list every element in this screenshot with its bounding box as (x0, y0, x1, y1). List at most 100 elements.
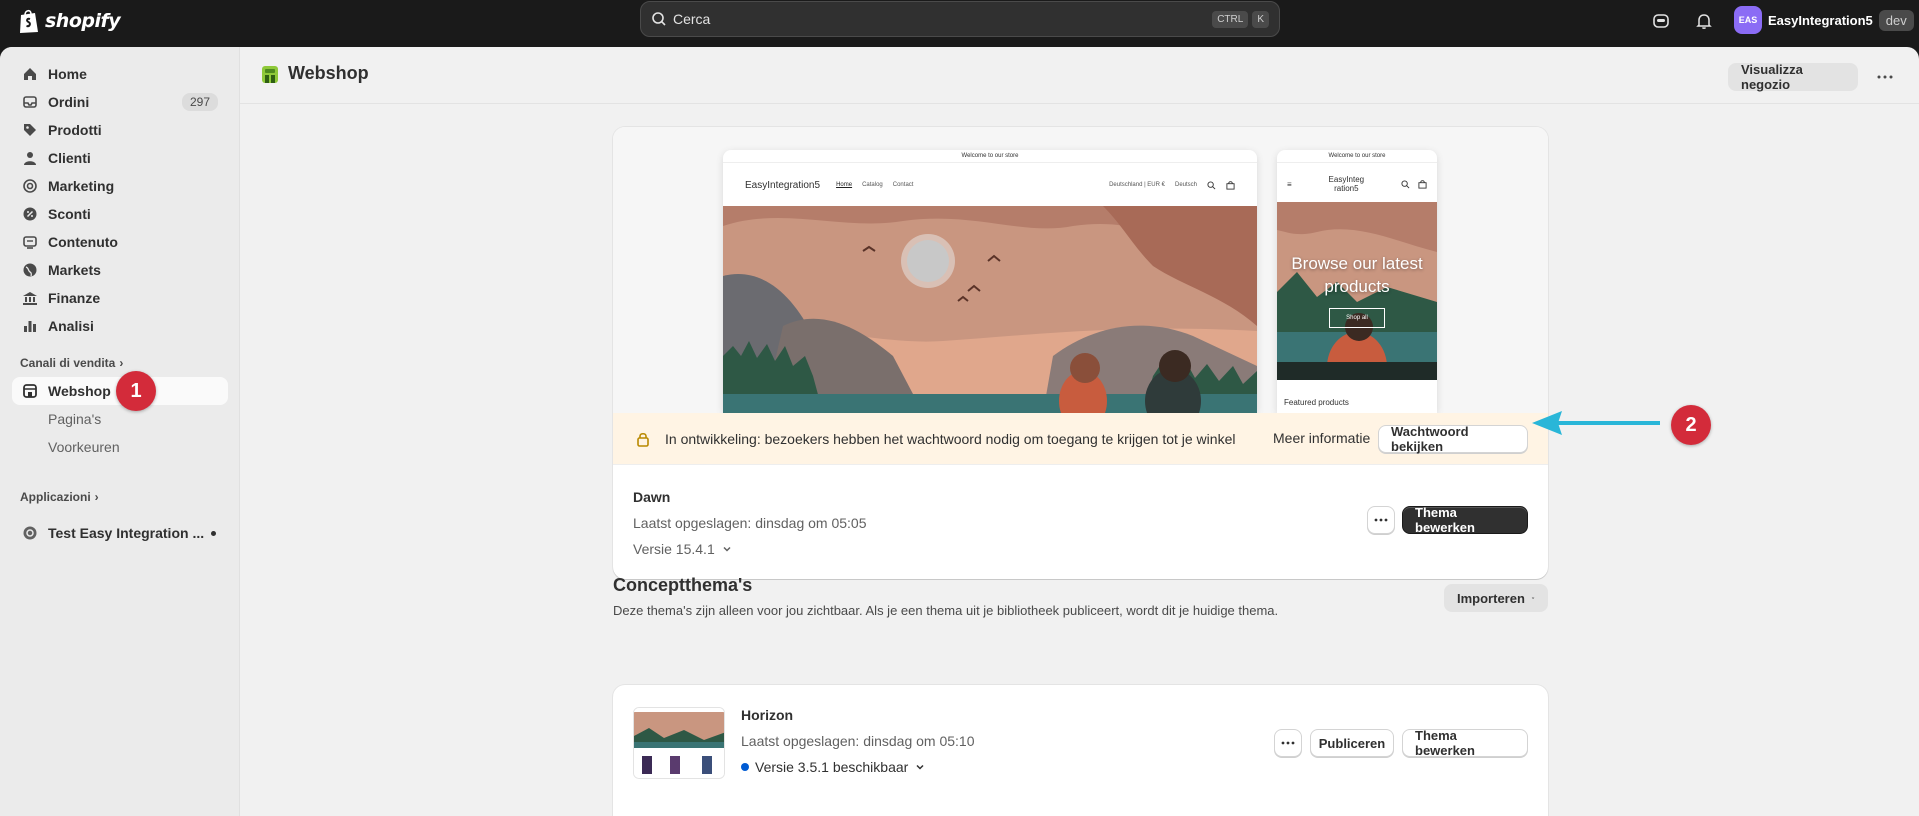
dev-badge: dev (1878, 9, 1914, 31)
sidebar-item-label: Analisi (48, 318, 94, 334)
sidebar-item-products[interactable]: Prodotti (12, 116, 228, 144)
publish-button[interactable]: Publiceren (1310, 729, 1394, 757)
logo-text: shopify (45, 10, 121, 32)
cart-icon (1418, 179, 1427, 189)
draft-version-label: Versie 3.5.1 beschikbaar (755, 759, 909, 775)
draft-themes-description: Deze thema's zijn alleen voor jou zichtb… (613, 603, 1279, 618)
draft-more-actions-button[interactable] (1274, 729, 1302, 757)
sidebar-item-discounts[interactable]: Sconti (12, 200, 228, 228)
preview-language: Deutsch (1174, 182, 1197, 188)
app-icon (23, 526, 37, 540)
search-icon (652, 12, 666, 26)
mobile-featured-heading: Featured products (1284, 398, 1349, 407)
current-theme-version[interactable]: Versie 15.4.1 (633, 541, 733, 557)
hamburger-icon: ≡ (1287, 179, 1292, 189)
horizon-thumbnail-image (634, 708, 724, 778)
more-horizontal-icon (1374, 518, 1388, 522)
target-icon (23, 179, 37, 193)
search-icon (1207, 180, 1216, 189)
sidebar-item-app[interactable]: Test Easy Integration ... (12, 519, 228, 547)
draft-themes-title: Conceptthema's (613, 575, 753, 595)
sidebar: Home Ordini 297 Prodotti Clienti Marketi… (0, 47, 240, 816)
sidebar-item-label: Markets (48, 262, 101, 278)
theme-preview[interactable]: Welcome to our store EasyIntegration5 Ho… (613, 127, 1548, 413)
announcement-bar-mobile: Welcome to our store (1277, 150, 1437, 163)
search-icon (1401, 179, 1410, 188)
sidebar-item-label: Prodotti (48, 122, 102, 138)
import-label: Importeren (1457, 590, 1525, 606)
mobile-shop-all-button: Shop all (1329, 308, 1385, 328)
sidebar-item-orders[interactable]: Ordini 297 (12, 88, 228, 116)
sales-channels-heading[interactable]: Canali di vendita › (20, 356, 123, 370)
sidebar-item-label: Clienti (48, 150, 91, 166)
more-horizontal-icon (1877, 75, 1893, 79)
sidebar-item-label: Finanze (48, 290, 101, 306)
sidebar-item-content[interactable]: Contenuto (12, 228, 228, 256)
sidekick-icon[interactable] (1651, 11, 1671, 31)
bell-icon[interactable] (1694, 11, 1714, 31)
sidebar-item-label: Sconti (48, 206, 91, 222)
step-marker-2: 2 (1671, 405, 1711, 445)
horizon-thumbnail[interactable] (633, 707, 725, 779)
store-name: EasyIntegration5 (1768, 12, 1873, 28)
view-store-button[interactable]: Visualizza negozio (1728, 62, 1858, 92)
preview-brand: EasyIntegration5 (745, 179, 821, 191)
person-icon (24, 152, 36, 165)
sidebar-item-finance[interactable]: Finanze (12, 284, 228, 312)
draft-theme-version[interactable]: Versie 3.5.1 beschikbaar (741, 759, 926, 775)
step-marker-1: 1 (116, 371, 156, 411)
kbd-ctrl: CTRL (1212, 10, 1249, 28)
discount-icon (23, 207, 37, 221)
sidebar-subitem-pages[interactable]: Pagina's (48, 411, 101, 427)
sidebar-item-customers[interactable]: Clienti (12, 144, 228, 172)
current-theme-card: Welcome to our store EasyIntegration5 Ho… (613, 127, 1548, 579)
search-bar[interactable]: Cerca CTRL K (640, 1, 1280, 37)
import-button[interactable]: Importeren (1444, 584, 1548, 612)
mobile-hero-heading: Browse our latest products (1291, 254, 1423, 296)
orders-count-badge: 297 (181, 93, 218, 111)
sidebar-item-analytics[interactable]: Analisi (12, 312, 228, 340)
chevron-down-icon (1531, 597, 1535, 599)
search-placeholder: Cerca (673, 11, 711, 27)
tag-icon (24, 124, 36, 136)
sidebar-item-marketing[interactable]: Marketing (12, 172, 228, 200)
cart-icon (1226, 180, 1235, 190)
apps-heading[interactable]: Applicazioni › (20, 490, 99, 504)
header-divider (240, 103, 1919, 104)
sidebar-subitem-preferences[interactable]: Voorkeuren (48, 439, 120, 455)
page-title: Webshop (288, 63, 369, 83)
search-cart-icons (1401, 179, 1427, 189)
chevron-right-icon: › (119, 356, 124, 370)
view-password-button[interactable]: Wachtwoord bekijken (1378, 424, 1528, 454)
preview-locale: Deutschland | EUR € (1109, 182, 1165, 188)
draft-edit-theme-button[interactable]: Thema bewerken (1402, 728, 1528, 758)
annotation-arrow (1532, 411, 1660, 435)
preview-mobile-brand: EasyInteg ration5 (1328, 175, 1365, 193)
chevron-right-icon: › (94, 490, 99, 504)
sidebar-item-label: Ordini (48, 94, 90, 110)
preview-desktop-nav: EasyIntegration5 Home Catalog Contact De… (723, 164, 1257, 206)
version-label: Versie 15.4.1 (633, 541, 715, 557)
status-dot (211, 530, 216, 536)
shopify-logo[interactable]: shopify (18, 8, 121, 34)
more-actions-button[interactable] (1871, 63, 1899, 91)
page-header: Webshop (260, 63, 369, 84)
sidebar-item-label: Webshop (48, 383, 111, 399)
sidebar-item-markets[interactable]: Markets (12, 256, 228, 284)
preview-link-catalog: Catalog (862, 182, 883, 188)
hero-illustration (723, 206, 1257, 413)
main-shell: Home Ordini 297 Prodotti Clienti Marketi… (0, 47, 1919, 816)
lock-icon (637, 432, 649, 447)
sidebar-item-label: Test Easy Integration ... (48, 525, 205, 541)
preview-link-home: Home (836, 182, 853, 188)
theme-more-actions-button[interactable] (1367, 506, 1395, 534)
sidebar-item-label: Marketing (48, 178, 115, 194)
dev-banner-text: In ontwikkeling: bezoekers hebben het wa… (665, 430, 1236, 447)
draft-theme-card: Horizon Laatst opgeslagen: dinsdag om 05… (613, 685, 1548, 816)
more-horizontal-icon (1281, 741, 1295, 745)
more-info-link[interactable]: Meer informatie (1273, 430, 1370, 446)
sidebar-item-home[interactable]: Home (12, 60, 228, 88)
edit-theme-button[interactable]: Thema bewerken (1402, 505, 1528, 535)
account-menu[interactable]: EAS EasyIntegration5 dev (1734, 6, 1914, 34)
chevron-down-icon (723, 546, 731, 552)
